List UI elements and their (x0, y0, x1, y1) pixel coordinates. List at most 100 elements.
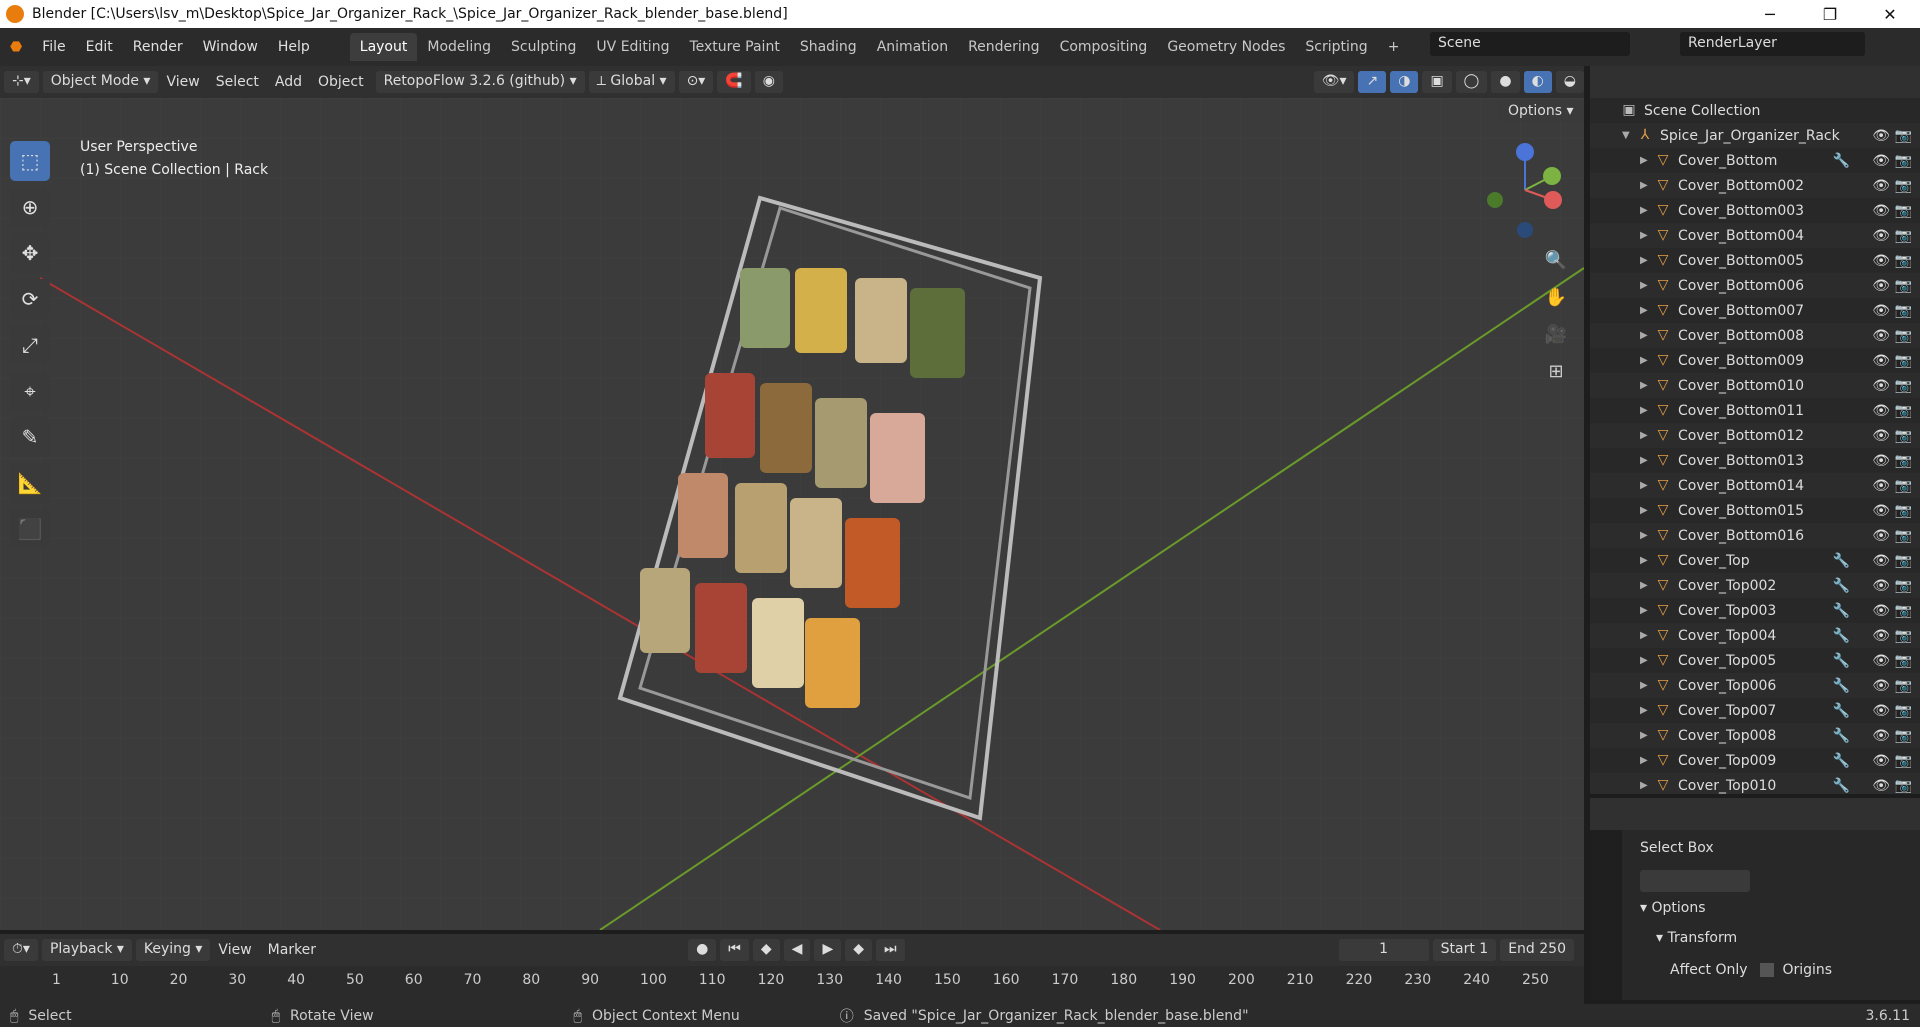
timeline-track[interactable]: 1 10 20 30 40 50 60 70 80 90 100 110 120 130 140 150 160… (0, 966, 1584, 1004)
eye-icon[interactable]: 👁 (1872, 203, 1890, 219)
outliner-object-row[interactable]: ▶ ▽ Cover_Bottom011 👁 📷 (1590, 398, 1920, 423)
expand-icon[interactable]: ▶ (1640, 605, 1654, 616)
scale-tool-icon[interactable]: ⤢ (10, 325, 50, 365)
camera-render-icon[interactable]: 📷 (1895, 353, 1912, 369)
expand-icon[interactable]: ▶ (1640, 480, 1654, 491)
record-icon[interactable]: ● (688, 939, 717, 961)
camera-render-icon[interactable]: 📷 (1895, 603, 1912, 619)
outliner-object-row[interactable]: ▶ ▽ Cover_Bottom016 👁 📷 (1590, 523, 1920, 548)
cursor-tool-icon[interactable]: ⊕ (10, 187, 50, 227)
outliner-object-row[interactable]: ▶ ▽ Cover_Bottom004 👁 📷 (1590, 223, 1920, 248)
marker-menu[interactable]: Marker (260, 942, 324, 958)
next-key-icon[interactable]: ◆ (845, 939, 873, 961)
expand-icon[interactable]: ▶ (1640, 730, 1654, 741)
timeline-view-menu[interactable]: View (210, 942, 259, 958)
camera-render-icon[interactable]: 📷 (1895, 278, 1912, 294)
menu-object[interactable]: Object (310, 74, 372, 90)
expand-icon[interactable]: ▶ (1640, 180, 1654, 191)
modifier-wrench-icon[interactable]: 🔧 (1833, 653, 1850, 669)
eye-icon[interactable]: 👁 (1872, 678, 1890, 694)
timeline-editor-icon[interactable]: ⏱▾ (4, 939, 38, 961)
camera-render-icon[interactable]: 📷 (1895, 178, 1912, 194)
modifier-wrench-icon[interactable]: 🔧 (1833, 778, 1850, 794)
outliner-object-row[interactable]: ▶ ▽ Cover_Bottom006 👁 📷 (1590, 273, 1920, 298)
retopoflow-button[interactable]: RetopoFlow 3.2.6 (github) ▾ (375, 71, 585, 93)
zoom-icon[interactable]: 🔍 (1540, 245, 1572, 277)
options-section[interactable]: ▾ Options (1640, 900, 1706, 916)
camera-render-icon[interactable]: 📷 (1895, 753, 1912, 769)
transform-tool-icon[interactable]: ⌖ (10, 371, 50, 411)
minimize-button[interactable]: ─ (1740, 5, 1800, 24)
collapse-icon[interactable]: ▼ (1622, 130, 1636, 141)
expand-icon[interactable]: ▶ (1640, 755, 1654, 766)
camera-render-icon[interactable]: 📷 (1895, 253, 1912, 269)
outliner-object-row[interactable]: ▶ ▽ Cover_Top009 🔧 👁 📷 (1590, 748, 1920, 773)
outliner-object-row[interactable]: ▶ ▽ Cover_Top006 🔧 👁 📷 (1590, 673, 1920, 698)
eye-icon[interactable]: 👁 (1872, 253, 1890, 269)
camera-render-icon[interactable]: 📷 (1895, 203, 1912, 219)
eye-icon[interactable]: 👁 (1872, 303, 1890, 319)
outliner-object-row[interactable]: ▶ ▽ Cover_Top005 🔧 👁 📷 (1590, 648, 1920, 673)
modifier-wrench-icon[interactable]: 🔧 (1833, 153, 1850, 169)
camera-icon[interactable]: 🎥 (1540, 319, 1572, 351)
outliner-object-row[interactable]: ▶ ▽ Cover_Bottom005 👁 📷 (1590, 248, 1920, 273)
rack-collection-row[interactable]: ▼ ⅄ Spice_Jar_Organizer_Rack 👁 📷 (1590, 123, 1920, 148)
expand-icon[interactable]: ▶ (1640, 355, 1654, 366)
pan-icon[interactable]: ✋ (1540, 282, 1572, 314)
mode-dropdown[interactable]: Object Mode ▾ (42, 71, 159, 93)
modifier-wrench-icon[interactable]: 🔧 (1833, 628, 1850, 644)
tab-rendering[interactable]: Rendering (958, 33, 1050, 61)
camera-render-icon[interactable]: 📷 (1895, 528, 1912, 544)
expand-icon[interactable]: ▶ (1640, 330, 1654, 341)
menu-window[interactable]: Window (193, 39, 268, 55)
proportional-edit-icon[interactable]: ◉ (754, 71, 783, 93)
blender-menu-icon[interactable]: ⬣ (0, 39, 32, 55)
outliner-object-row[interactable]: ▶ ▽ Cover_Top003 🔧 👁 📷 (1590, 598, 1920, 623)
expand-icon[interactable]: ▶ (1640, 455, 1654, 466)
move-tool-icon[interactable]: ✥ (10, 233, 50, 273)
outliner-object-row[interactable]: ▶ ▽ Cover_Top007 🔧 👁 📷 (1590, 698, 1920, 723)
outliner-object-row[interactable]: ▶ ▽ Cover_Top002 🔧 👁 📷 (1590, 573, 1920, 598)
expand-icon[interactable]: ▶ (1640, 405, 1654, 416)
pivot-icon[interactable]: ⊙▾ (678, 71, 714, 93)
expand-icon[interactable]: ▶ (1640, 780, 1654, 791)
origins-checkbox[interactable] (1760, 963, 1774, 977)
camera-render-icon[interactable]: 📷 (1895, 128, 1912, 144)
gizmo-toggle-icon[interactable]: ↗ (1358, 71, 1387, 93)
maximize-button[interactable]: ❐ (1800, 5, 1860, 24)
camera-render-icon[interactable]: 📷 (1895, 428, 1912, 444)
camera-render-icon[interactable]: 📷 (1895, 378, 1912, 394)
jump-end-icon[interactable]: ⏭ (876, 939, 905, 961)
expand-icon[interactable]: ▶ (1640, 580, 1654, 591)
outliner-object-row[interactable]: ▶ ▽ Cover_Top008 🔧 👁 📷 (1590, 723, 1920, 748)
outliner-object-row[interactable]: ▶ ▽ Cover_Bottom003 👁 📷 (1590, 198, 1920, 223)
outliner-object-row[interactable]: ▶ ▽ Cover_Bottom012 👁 📷 (1590, 423, 1920, 448)
tab-shading[interactable]: Shading (790, 33, 867, 61)
eye-icon[interactable]: 👁 (1872, 428, 1890, 444)
orientation-dropdown[interactable]: ⟂ Global ▾ (588, 71, 675, 93)
tab-compositing[interactable]: Compositing (1050, 33, 1158, 61)
eye-icon[interactable]: 👁 (1872, 653, 1890, 669)
end-frame-field[interactable]: End 250 (1500, 939, 1574, 961)
eye-icon[interactable]: 👁 (1872, 753, 1890, 769)
eye-icon[interactable]: 👁 (1872, 778, 1890, 794)
measure-tool-icon[interactable]: 📐 (10, 463, 50, 503)
modifier-wrench-icon[interactable]: 🔧 (1833, 678, 1850, 694)
menu-file[interactable]: File (32, 39, 75, 55)
scene-selector[interactable]: Scene (1430, 32, 1630, 56)
add-cube-tool-icon[interactable]: ⬛ (10, 509, 50, 549)
eye-icon[interactable]: 👁 (1872, 228, 1890, 244)
current-frame-field[interactable]: 1 (1338, 939, 1429, 961)
eye-icon[interactable]: 👁 (1872, 728, 1890, 744)
menu-select[interactable]: Select (208, 74, 267, 90)
expand-icon[interactable]: ▶ (1640, 555, 1654, 566)
outliner-object-row[interactable]: ▶ ▽ Cover_Bottom007 👁 📷 (1590, 298, 1920, 323)
snap-icon[interactable]: 🧲 (717, 71, 751, 93)
outliner-object-row[interactable]: ▶ ▽ Cover_Bottom015 👁 📷 (1590, 498, 1920, 523)
tab-geometry-nodes[interactable]: Geometry Nodes (1157, 33, 1295, 61)
start-frame-field[interactable]: Start 1 (1432, 939, 1497, 961)
3d-viewport[interactable] (0, 98, 1584, 930)
outliner-object-row[interactable]: ▶ ▽ Cover_Bottom013 👁 📷 (1590, 448, 1920, 473)
outliner-object-row[interactable]: ▶ ▽ Cover_Bottom002 👁 📷 (1590, 173, 1920, 198)
modifier-wrench-icon[interactable]: 🔧 (1833, 728, 1850, 744)
